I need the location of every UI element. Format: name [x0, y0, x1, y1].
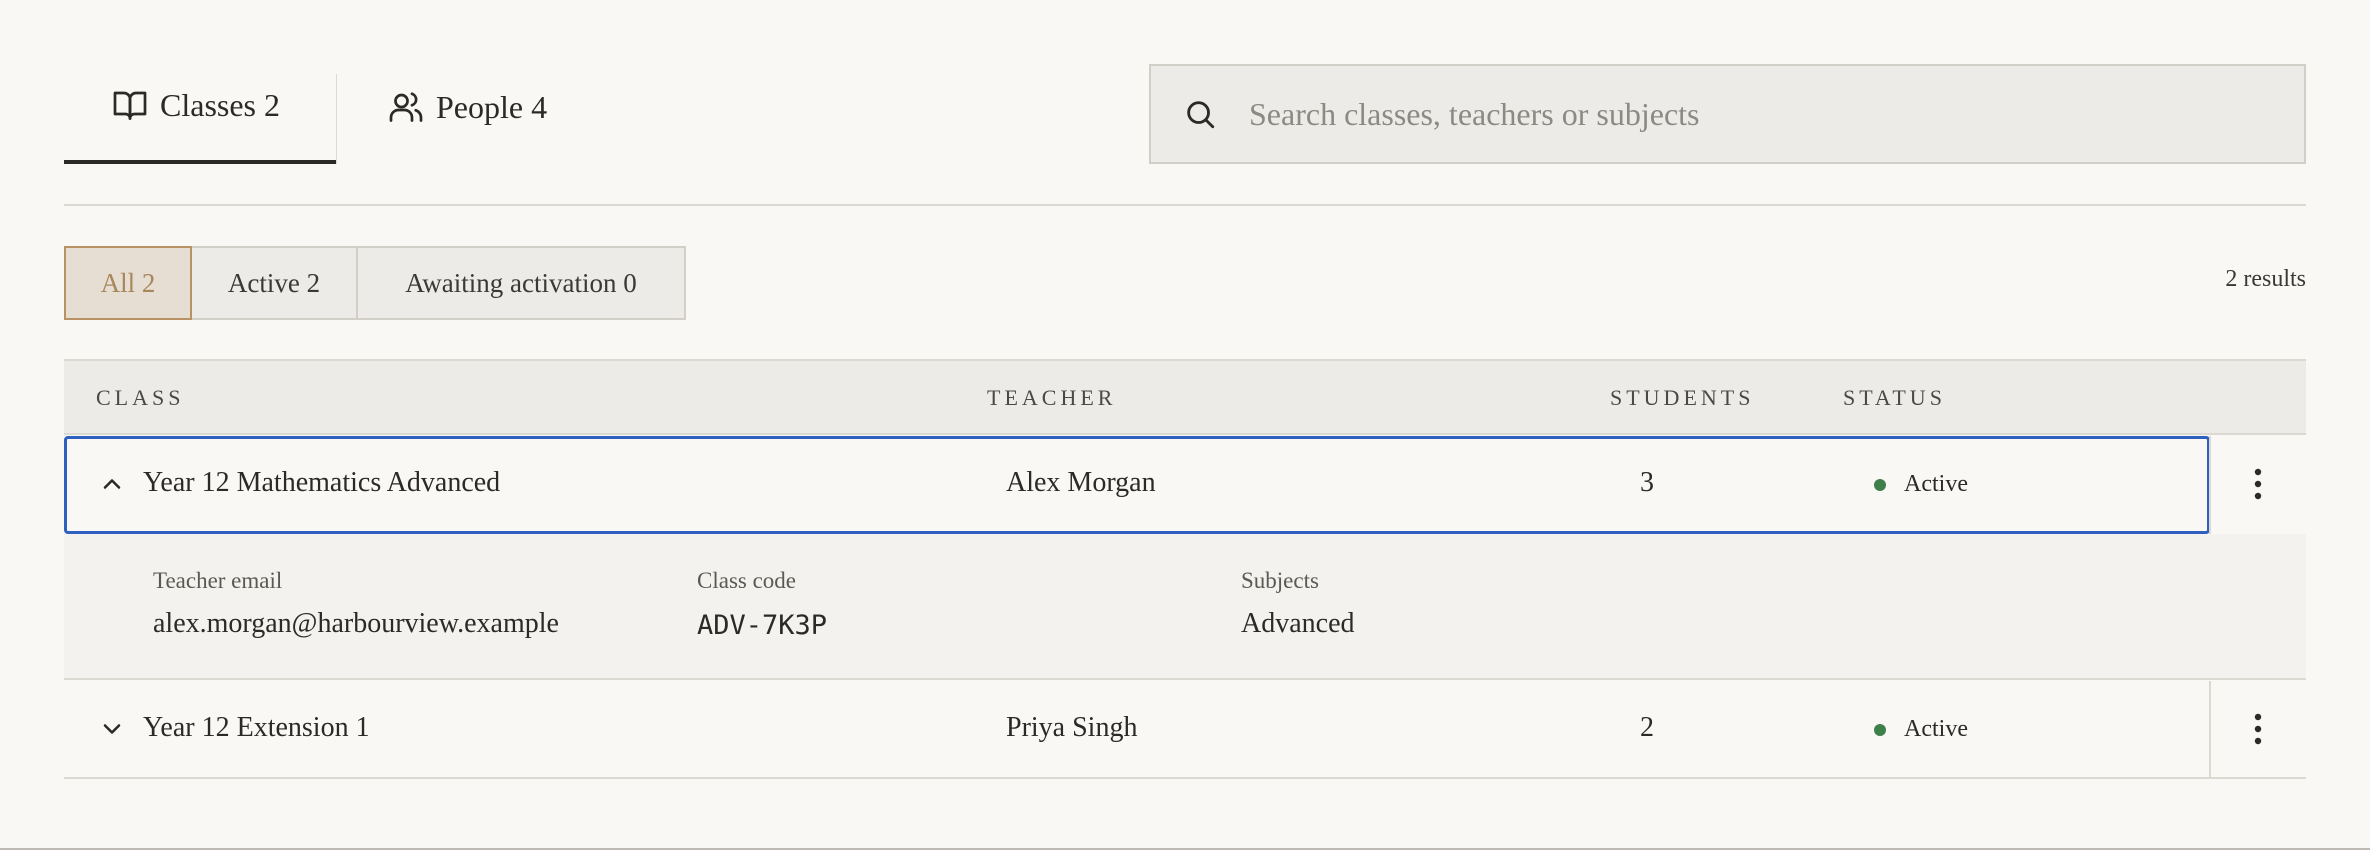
- student-count: 2: [1640, 712, 1654, 743]
- tab-people[interactable]: People 4: [340, 50, 570, 164]
- class-code-value: ADV-7K3P: [697, 610, 828, 641]
- tab-separator: [336, 74, 337, 164]
- users-icon: [388, 89, 424, 125]
- subjects-value: Advanced: [1241, 608, 1355, 639]
- filter-label: Active 2: [227, 267, 321, 298]
- teacher-name: Priya Singh: [1006, 712, 1138, 743]
- teacher-name: Alex Morgan: [1006, 467, 1156, 498]
- teacher-email-value: alex.morgan@harbourview.example: [153, 608, 559, 639]
- filter-all-button[interactable]: All 2: [64, 246, 192, 320]
- divider: [64, 777, 2306, 779]
- column-header-teacher[interactable]: TEACHER: [987, 361, 1116, 435]
- student-count: 3: [1640, 467, 1654, 498]
- table-header: CLASS TEACHER STUDENTS STATUS: [64, 359, 2306, 435]
- filter-label: All 2: [100, 267, 156, 298]
- table-row[interactable]: [64, 681, 2306, 777]
- class-name: Year 12 Mathematics Advanced: [143, 467, 501, 498]
- search-input[interactable]: [1247, 94, 2304, 134]
- search-box[interactable]: [1149, 64, 2306, 164]
- teacher-email-label: Teacher email: [153, 568, 283, 593]
- tab-label: Classes 2: [160, 86, 280, 123]
- row-actions-button[interactable]: [2243, 464, 2273, 504]
- results-count: 2 results: [2225, 266, 2306, 292]
- tab-classes[interactable]: Classes 2: [64, 50, 336, 164]
- filter-awaiting-activation-button[interactable]: Awaiting activation 0: [356, 246, 686, 320]
- book-open-icon: [112, 87, 148, 123]
- status-label: Active: [1904, 716, 1968, 742]
- subjects-label: Subjects: [1241, 568, 1319, 593]
- collapse-row-button[interactable]: [98, 470, 126, 498]
- chevron-up-icon: [98, 470, 126, 498]
- column-header-status[interactable]: STATUS: [1843, 361, 1946, 435]
- column-divider: [2209, 436, 2211, 534]
- status-dot: [1874, 723, 1886, 736]
- column-header-class[interactable]: CLASS: [96, 361, 184, 435]
- chevron-down-icon: [98, 715, 126, 743]
- filter-active-button[interactable]: Active 2: [190, 246, 358, 320]
- search-icon: [1183, 97, 1217, 131]
- more-vertical-icon: [2243, 464, 2273, 504]
- more-vertical-icon: [2243, 709, 2273, 749]
- status-filter-group: All 2 Active 2 Awaiting activation 0: [64, 246, 686, 320]
- class-code-label: Class code: [697, 568, 797, 593]
- column-divider: [2209, 681, 2211, 777]
- divider: [64, 204, 2306, 206]
- tab-label: People 4: [436, 88, 548, 125]
- column-header-students[interactable]: STUDENTS: [1610, 361, 1754, 435]
- filter-label: Awaiting activation 0: [405, 267, 637, 298]
- status-badge: Active: [1874, 716, 1968, 743]
- row-details-panel: Teacher email alex.morgan@harbourview.ex…: [64, 534, 2306, 680]
- row-actions-button[interactable]: [2243, 709, 2273, 749]
- status-dot: [1874, 478, 1886, 491]
- expand-row-button[interactable]: [98, 715, 126, 743]
- status-badge: Active: [1874, 471, 1968, 498]
- status-label: Active: [1904, 471, 1968, 497]
- class-name: Year 12 Extension 1: [143, 712, 370, 743]
